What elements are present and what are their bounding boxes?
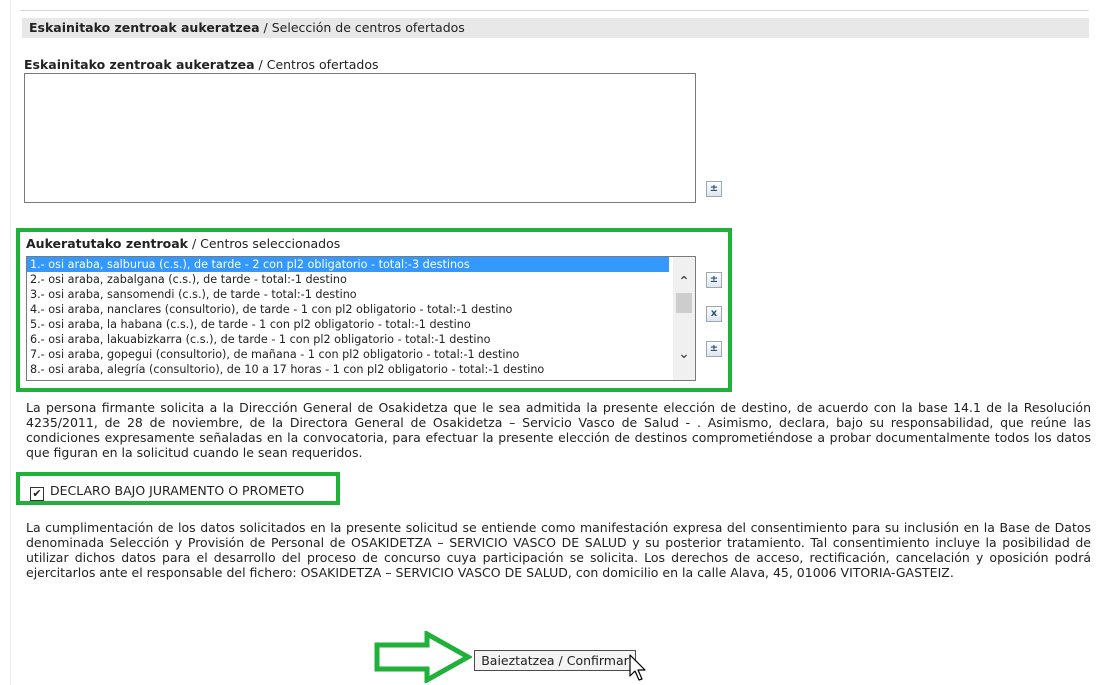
selected-centers-label: Aukeratutako zentroak / Centros seleccio… (26, 236, 340, 251)
confirm-button[interactable]: Baieztatzea / Confirmar (474, 650, 636, 671)
page-top-rule (20, 10, 1089, 11)
list-item[interactable]: 4.- osi araba, nanclares (consultorio), … (27, 302, 669, 317)
offered-centers-list[interactable] (24, 73, 696, 203)
selected-centers-list[interactable]: 1.- osi araba, salburua (c.s.), de tarde… (26, 256, 696, 381)
move-down-button[interactable]: ± (706, 341, 722, 357)
list-scrollbar[interactable]: ⌃ ⌄ (673, 257, 695, 380)
declaration-checkbox[interactable]: ✔ (30, 487, 44, 501)
scroll-up-icon[interactable]: ⌃ (673, 273, 695, 291)
section-header: Eskainitako zentroak aukeratzea / Selecc… (22, 18, 1089, 38)
list-item[interactable]: 2.- osi araba, zabalgana (c.s.), de tard… (27, 272, 669, 287)
green-arrow-icon (374, 631, 472, 683)
selected-label-eu: Aukeratutako zentroak (26, 236, 188, 251)
list-item[interactable]: 8.- osi araba, alegría (consultorio), de… (27, 362, 669, 377)
page-left-rule (10, 0, 11, 685)
scroll-down-icon[interactable]: ⌄ (673, 345, 695, 363)
scroll-thumb[interactable] (676, 293, 692, 313)
declaration-checkbox-row[interactable]: ✔ DECLARO BAJO JURAMENTO O PROMETO (30, 483, 304, 501)
offered-label-es: / Centros ofertados (254, 57, 379, 72)
add-center-button[interactable]: ± (706, 181, 722, 197)
remove-center-button[interactable]: x (706, 306, 722, 322)
section-header-title-eu: Eskainitako zentroak aukeratzea (29, 20, 260, 35)
mouse-cursor-icon (629, 654, 646, 681)
list-item[interactable]: 6.- osi araba, lakuabizkarra (c.s.), de … (27, 332, 669, 347)
offered-centers-label: Eskainitako zentroak aukeratzea / Centro… (24, 57, 379, 72)
selected-label-es: / Centros seleccionados (187, 236, 341, 251)
offered-label-eu: Eskainitako zentroak aukeratzea (24, 57, 255, 72)
move-up-button[interactable]: ± (706, 272, 722, 288)
list-item[interactable]: 3.- osi araba, sansomendi (c.s.), de tar… (27, 287, 669, 302)
list-item[interactable]: 5.- osi araba, la habana (c.s.), de tard… (27, 317, 669, 332)
section-header-title-es: / Selección de centros ofertados (259, 20, 465, 35)
list-item[interactable]: 1.- osi araba, salburua (c.s.), de tarde… (27, 257, 669, 272)
declaration-checkbox-label[interactable]: DECLARO BAJO JURAMENTO O PROMETO (50, 483, 304, 498)
consent-text: La cumplimentación de los datos solicita… (26, 520, 1091, 580)
declaration-text: La persona firmante solicita a la Direcc… (26, 400, 1091, 460)
list-item[interactable]: 7.- osi araba, gopegui (consultorio), de… (27, 347, 669, 362)
